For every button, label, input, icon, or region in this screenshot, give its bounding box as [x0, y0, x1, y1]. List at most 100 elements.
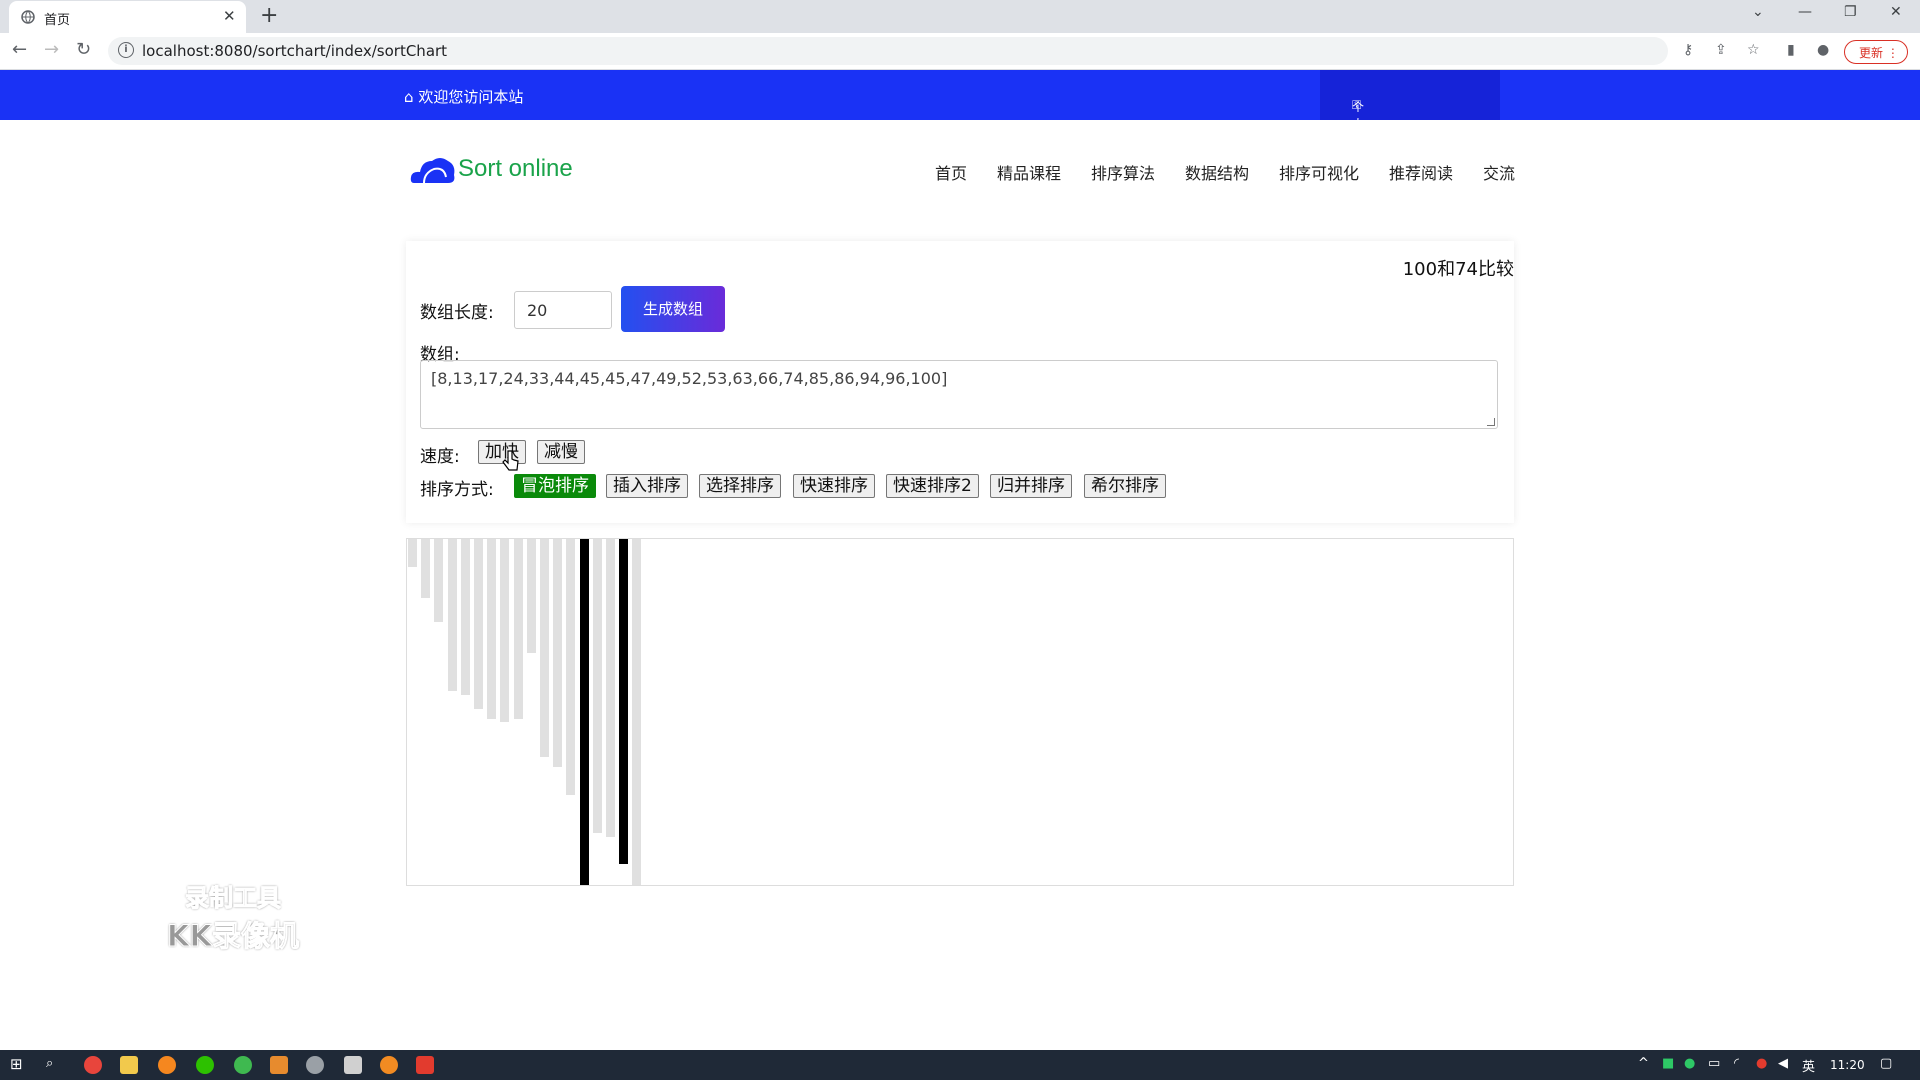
sidepanel-icon[interactable]: ▮ — [1787, 42, 1795, 58]
nav-reading[interactable]: 推荐阅读 — [1389, 160, 1453, 184]
control-panel: 100和74比较 数组长度: 20 生成数组 数组: [8,13,17,24,3… — [406, 241, 1514, 523]
settings-icon[interactable] — [306, 1056, 324, 1074]
tab-search-icon[interactable]: ⌄ — [1752, 4, 1764, 20]
sort-bar — [566, 539, 576, 795]
quick-sort-button[interactable]: 快速排序 — [793, 474, 875, 498]
nav-algorithms[interactable]: 排序算法 — [1091, 160, 1155, 184]
insertion-sort-button[interactable]: 插入排序 — [606, 474, 688, 498]
shell-sort-button[interactable]: 希尔排序 — [1084, 474, 1166, 498]
key-icon[interactable]: ⚷ — [1683, 42, 1693, 58]
sort-bar — [513, 539, 523, 719]
star-icon[interactable]: ☆ — [1747, 42, 1760, 58]
back-icon[interactable]: ← — [12, 39, 27, 60]
array-textarea[interactable]: [8,13,17,24,33,44,45,45,47,49,52,53,63,6… — [420, 360, 1498, 429]
network-icon[interactable]: ◜ — [1734, 1056, 1739, 1071]
profile-icon[interactable]: ● — [1817, 42, 1829, 58]
quick-sort-2-button[interactable]: 快速排序2 — [886, 474, 979, 498]
sort-bar — [460, 539, 470, 695]
wps-icon[interactable] — [416, 1056, 434, 1074]
minimize-icon[interactable]: — — [1798, 4, 1812, 20]
search-app-icon[interactable] — [158, 1056, 176, 1074]
tab-close-icon[interactable]: ✕ — [223, 7, 236, 25]
length-input[interactable]: 20 — [514, 291, 612, 329]
compare-status: 100和74比较 — [1402, 259, 1514, 280]
sort-bar — [579, 539, 589, 885]
sort-bar — [421, 539, 431, 598]
sort-bar — [500, 539, 510, 722]
merge-sort-button[interactable]: 归并排序 — [990, 474, 1072, 498]
app-icon-green[interactable] — [234, 1056, 252, 1074]
sort-bar — [526, 539, 536, 653]
restore-icon[interactable]: ❐ — [1844, 4, 1857, 20]
user-center-link[interactable]: ⚿ 个人中心 — [1320, 70, 1500, 165]
sort-bar — [632, 539, 642, 885]
array-value: [8,13,17,24,33,44,45,45,47,49,52,53,63,6… — [431, 369, 948, 388]
volume-icon[interactable]: ◀ — [1778, 1056, 1788, 1071]
sort-bar — [553, 539, 563, 767]
tray-expand-icon[interactable]: ^ — [1638, 1056, 1649, 1071]
mouse-cursor-icon — [502, 450, 519, 471]
ime-indicator[interactable]: 英 — [1802, 1056, 1815, 1075]
length-label: 数组长度: — [420, 303, 494, 323]
speed-label: 速度: — [420, 447, 460, 467]
sort-bar — [540, 539, 549, 757]
recorder-icon[interactable] — [380, 1056, 398, 1074]
sort-bar — [592, 539, 602, 833]
nav-visualization[interactable]: 排序可视化 — [1279, 160, 1359, 184]
nav-data-structures[interactable]: 数据结构 — [1185, 160, 1249, 184]
sort-bar — [606, 539, 615, 837]
app-icon-orange[interactable] — [270, 1056, 288, 1074]
windows-start-icon[interactable]: ⊞ — [10, 1055, 23, 1073]
taskbar: ⊞ ⌕ ^ ■ ● ▭ ◜ ● ◀ 英 11:20 ▢ — [0, 1050, 1920, 1080]
nav-community[interactable]: 交流 — [1483, 160, 1515, 184]
sort-bar — [447, 539, 457, 691]
wechat-icon[interactable] — [196, 1056, 214, 1074]
notification-icon[interactable]: ▢ — [1880, 1056, 1892, 1071]
slow-down-button[interactable]: 减慢 — [537, 440, 585, 464]
forward-icon[interactable]: → — [44, 39, 59, 60]
address-bar[interactable]: i localhost:8080/sortchart/index/sortCha… — [108, 37, 1668, 65]
new-tab-icon[interactable]: + — [260, 3, 278, 28]
notepad-icon[interactable] — [344, 1056, 362, 1074]
watermark-line1: 录制工具 — [185, 884, 282, 913]
reload-icon[interactable]: ↻ — [76, 39, 91, 60]
method-label: 排序方式: — [420, 480, 494, 500]
nav-home[interactable]: 首页 — [935, 160, 967, 184]
selection-sort-button[interactable]: 选择排序 — [699, 474, 781, 498]
qq-icon[interactable]: ● — [1756, 1056, 1767, 1071]
sort-bar — [434, 539, 444, 622]
chrome-icon[interactable] — [84, 1056, 102, 1074]
share-icon[interactable]: ⇪ — [1715, 42, 1727, 58]
browser-toolbar: ← → ↻ i localhost:8080/sortchart/index/s… — [0, 33, 1920, 70]
sort-bar — [487, 539, 497, 719]
watermark-line2: KK录像机 — [167, 919, 300, 954]
url-text: localhost:8080/sortchart/index/sortChart — [142, 42, 448, 60]
cloud-icon — [410, 158, 455, 184]
tray-wechat-icon[interactable]: ● — [1684, 1056, 1695, 1071]
bubble-sort-button[interactable]: 冒泡排序 — [514, 474, 596, 498]
site-topbar: ⌂ 欢迎您访问本站 ⚿ 个人中心 — [0, 70, 1920, 165]
welcome-text: ⌂ 欢迎您访问本站 — [404, 88, 524, 106]
browser-tab[interactable]: 首页 ✕ — [9, 1, 246, 33]
resize-grip-icon[interactable] — [1487, 418, 1495, 426]
home-icon: ⌂ — [404, 88, 414, 106]
clock[interactable]: 11:20 — [1830, 1058, 1865, 1072]
window-close-icon[interactable]: ✕ — [1890, 4, 1902, 20]
user-center-label: 个人中心 — [1352, 100, 1365, 165]
generate-array-button[interactable]: 生成数组 — [621, 286, 725, 332]
logo-text: Sort online — [458, 155, 573, 182]
file-explorer-icon[interactable] — [120, 1056, 138, 1074]
tab-title: 首页 — [44, 13, 71, 28]
search-icon[interactable]: ⌕ — [46, 1056, 53, 1071]
sort-bar — [408, 539, 417, 567]
tab-strip: 首页 ✕ + ⌄ — ❐ ✕ — [0, 0, 1920, 33]
update-button[interactable]: 更新 ⋮ — [1844, 40, 1908, 64]
recorder-watermark: 录制工具 KK录像机 — [162, 878, 304, 955]
sort-bar — [619, 539, 629, 864]
site-info-icon[interactable]: i — [118, 42, 134, 58]
sort-bar — [474, 539, 483, 709]
tray-device-icon[interactable]: ▭ — [1708, 1056, 1720, 1071]
sort-chart — [406, 538, 1514, 886]
nav-courses[interactable]: 精品课程 — [997, 160, 1061, 184]
tray-app-icon[interactable]: ■ — [1662, 1056, 1674, 1071]
